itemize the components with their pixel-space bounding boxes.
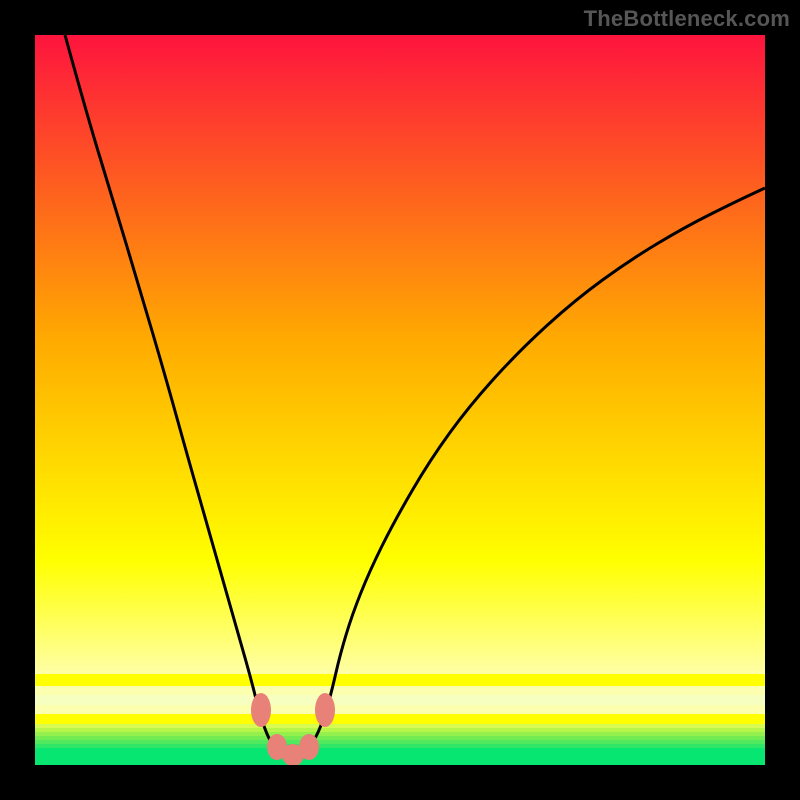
stripe (35, 695, 765, 700)
chart-svg (35, 35, 765, 765)
stripe (35, 705, 765, 714)
stripe (35, 748, 765, 752)
curve-marker (251, 693, 271, 727)
stripe (35, 700, 765, 705)
stripe (35, 752, 765, 756)
curve-marker (315, 693, 335, 727)
stripe (35, 724, 765, 728)
stripe (35, 732, 765, 736)
stripe (35, 756, 765, 760)
chart-stage: TheBottleneck.com (0, 0, 800, 800)
stripe (35, 736, 765, 740)
stripe (35, 740, 765, 744)
gradient-background (35, 35, 765, 765)
stripe (35, 714, 765, 724)
watermark-text: TheBottleneck.com (584, 6, 790, 32)
stripe (35, 674, 765, 686)
stripe (35, 686, 765, 695)
stripe (35, 760, 765, 764)
bottom-stripes (35, 674, 765, 764)
stripe (35, 744, 765, 748)
curve-marker (299, 734, 319, 760)
plot-area (35, 35, 765, 765)
stripe (35, 728, 765, 732)
